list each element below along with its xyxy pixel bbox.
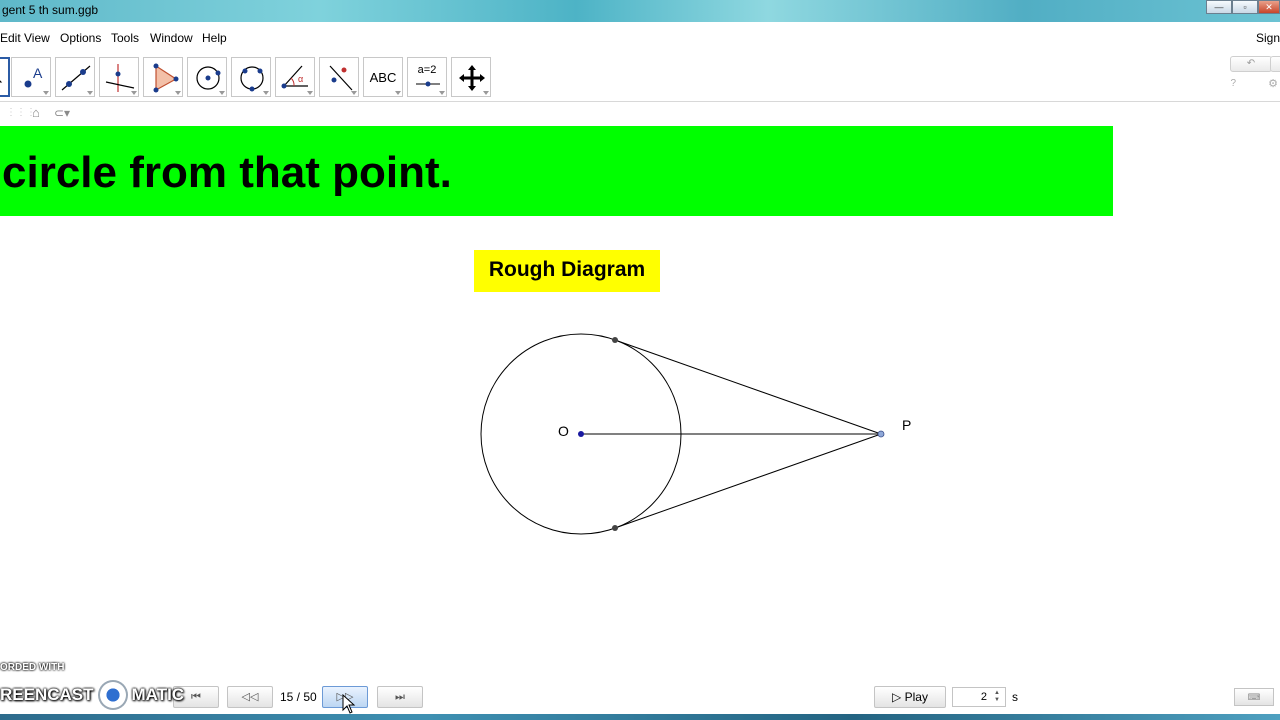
tangent-point-upper[interactable] — [612, 337, 618, 343]
screencast-watermark: REENCAST MATIC — [0, 680, 184, 710]
geogebra-window: gent 5 th sum.ggb — ▫ ✕ Edit View Option… — [0, 0, 1280, 720]
mouse-cursor-icon — [342, 694, 356, 714]
play-label: Play — [904, 690, 928, 704]
watermark-top-text: ORDED WITH — [0, 662, 65, 673]
watermark-right-text: MATIC — [131, 685, 185, 704]
previous-step-button[interactable]: ◁◁ — [227, 686, 273, 708]
geometry-diagram — [480, 333, 885, 535]
watermark-left-text: REENCAST — [0, 685, 94, 704]
spinner-arrows-icon[interactable]: ▲ ▼ — [991, 690, 1003, 704]
tangent-upper — [614, 339, 882, 435]
taskbar-strip — [0, 714, 1280, 720]
speed-input[interactable]: 2 ▲ ▼ — [952, 687, 1006, 707]
navigation-bar: ⏮ ◁◁ 15 / 50 ▷▷ ⏭ ▷ Play 2 ▲▼ s ⌨ — [0, 680, 1280, 714]
step-counter: 15 / 50 — [280, 690, 317, 704]
point-o-label: O — [558, 423, 569, 439]
tangent-lower — [614, 433, 882, 529]
speed-unit: s — [1012, 690, 1018, 704]
point-p-label: P — [902, 417, 912, 433]
point-p-marker[interactable] — [877, 430, 885, 438]
play-button[interactable]: ▷ Play — [874, 686, 946, 708]
keyboard-icon[interactable]: ⌨ — [1234, 688, 1274, 706]
play-icon: ▷ — [892, 690, 905, 704]
point-o-marker[interactable] — [578, 431, 584, 437]
speed-value: 2 — [980, 691, 987, 703]
screencast-logo-icon — [97, 680, 128, 710]
tangent-point-lower[interactable] — [612, 525, 618, 531]
last-step-button[interactable]: ⏭ — [377, 686, 423, 708]
